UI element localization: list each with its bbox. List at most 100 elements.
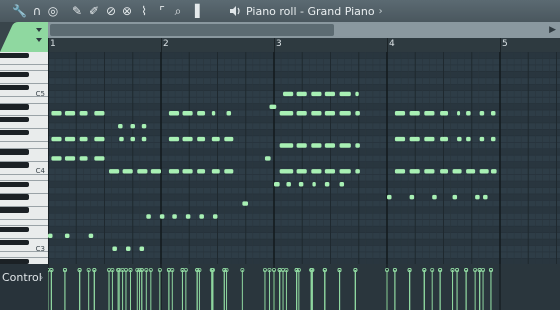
note[interactable]: [424, 136, 435, 142]
note[interactable]: [197, 169, 206, 174]
note[interactable]: [139, 246, 145, 251]
note[interactable]: [339, 182, 345, 187]
note[interactable]: [197, 111, 206, 116]
note[interactable]: [339, 111, 351, 116]
note[interactable]: [490, 169, 497, 174]
note[interactable]: [168, 169, 180, 174]
note[interactable]: [130, 136, 136, 142]
note[interactable]: [311, 111, 322, 116]
note[interactable]: [94, 111, 105, 116]
note[interactable]: [150, 169, 161, 174]
note[interactable]: [387, 194, 392, 200]
note[interactable]: [197, 136, 206, 142]
note[interactable]: [409, 169, 420, 174]
note[interactable]: [339, 143, 351, 148]
note[interactable]: [199, 214, 204, 219]
note[interactable]: [296, 91, 307, 97]
black-key[interactable]: [0, 104, 29, 110]
note[interactable]: [339, 91, 351, 97]
note[interactable]: [168, 111, 180, 116]
note[interactable]: [79, 156, 88, 161]
note[interactable]: [182, 111, 193, 116]
note[interactable]: [311, 91, 322, 97]
note[interactable]: [339, 169, 351, 174]
note[interactable]: [109, 169, 120, 174]
note[interactable]: [432, 194, 437, 200]
note[interactable]: [224, 169, 234, 174]
note[interactable]: [452, 194, 458, 200]
note[interactable]: [440, 136, 449, 142]
note[interactable]: [212, 214, 218, 219]
note[interactable]: [64, 136, 76, 142]
mute-icon[interactable]: ⊗: [120, 4, 134, 18]
horizontal-scrollbar[interactable]: ▶: [48, 22, 560, 38]
black-key[interactable]: [0, 226, 29, 233]
note[interactable]: [137, 169, 148, 174]
note[interactable]: [440, 169, 449, 174]
note[interactable]: [94, 136, 105, 142]
brush-icon[interactable]: ✐: [87, 4, 101, 18]
note[interactable]: [226, 111, 232, 116]
note[interactable]: [51, 136, 62, 142]
note[interactable]: [311, 169, 322, 174]
note[interactable]: [394, 136, 406, 142]
note[interactable]: [182, 136, 193, 142]
black-key[interactable]: [0, 71, 29, 78]
note-grid[interactable]: [48, 52, 560, 264]
note[interactable]: [490, 111, 496, 116]
note[interactable]: [457, 136, 462, 142]
note[interactable]: [296, 111, 307, 116]
velocity-lane[interactable]: [48, 264, 560, 310]
note[interactable]: [224, 136, 234, 142]
note[interactable]: [88, 233, 94, 239]
black-key[interactable]: [0, 181, 29, 187]
stamp-icon[interactable]: ◎: [46, 4, 60, 18]
note[interactable]: [159, 214, 165, 219]
note[interactable]: [296, 143, 307, 148]
control-label[interactable]: Control: [2, 271, 42, 284]
note[interactable]: [424, 111, 435, 116]
note[interactable]: [452, 169, 462, 174]
note[interactable]: [182, 169, 193, 174]
playback-icon[interactable]: ▐: [188, 4, 202, 18]
bar-ruler[interactable]: 1 2 3 4 5: [48, 38, 560, 52]
note[interactable]: [355, 111, 360, 116]
note[interactable]: [64, 233, 70, 239]
note[interactable]: [312, 182, 316, 187]
note[interactable]: [298, 182, 304, 187]
note[interactable]: [48, 233, 53, 239]
note[interactable]: [112, 246, 117, 251]
note[interactable]: [483, 194, 488, 200]
black-key[interactable]: [0, 239, 29, 245]
note[interactable]: [130, 123, 136, 129]
black-key[interactable]: [0, 52, 29, 58]
note[interactable]: [279, 111, 294, 116]
note[interactable]: [394, 169, 406, 174]
black-key[interactable]: [0, 207, 29, 213]
note[interactable]: [122, 169, 133, 174]
note[interactable]: [324, 91, 336, 97]
note[interactable]: [324, 182, 330, 187]
note[interactable]: [279, 143, 294, 148]
note[interactable]: [475, 194, 480, 200]
note[interactable]: [355, 91, 359, 97]
note[interactable]: [119, 136, 124, 142]
note[interactable]: [324, 111, 336, 116]
zoom-icon[interactable]: ⌕: [171, 4, 185, 18]
note[interactable]: [409, 194, 415, 200]
window-title[interactable]: Piano roll - Grand Piano ›: [228, 0, 383, 22]
note[interactable]: [141, 136, 147, 142]
control-arrow-icon[interactable]: ›: [40, 273, 43, 282]
wrench-icon[interactable]: 🔧: [12, 4, 27, 18]
white-key[interactable]: [0, 215, 48, 227]
note[interactable]: [64, 156, 76, 161]
delete-icon[interactable]: ⊘: [104, 4, 118, 18]
note[interactable]: [355, 143, 360, 148]
note[interactable]: [466, 169, 476, 174]
note[interactable]: [311, 143, 322, 148]
black-key[interactable]: [0, 129, 29, 136]
scroll-arrow-icon[interactable]: ▶: [549, 25, 556, 35]
note[interactable]: [424, 169, 435, 174]
note[interactable]: [211, 169, 220, 174]
note[interactable]: [466, 111, 471, 116]
